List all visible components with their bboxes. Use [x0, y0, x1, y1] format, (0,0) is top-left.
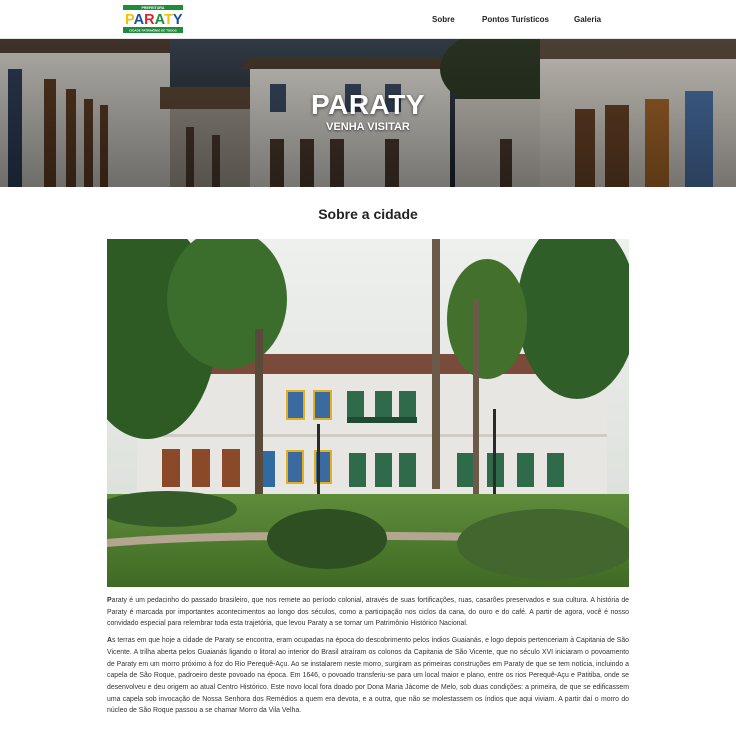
section-title: Sobre a cidade: [318, 206, 418, 222]
nav-link-sobre[interactable]: Sobre: [432, 15, 455, 24]
about-content: Paraty é um pedacinho do passado brasile…: [107, 595, 629, 722]
about-paragraph-1: Paraty é um pedacinho do passado brasile…: [107, 595, 629, 630]
navbar: PREFEITURA PARATY CIDADE PATRIMÔNIO DE T…: [0, 0, 736, 39]
logo-bottom-text: CIDADE PATRIMÔNIO DE TODOS: [129, 27, 177, 32]
paragraph-text: araty é um pedacinho do passado brasilei…: [107, 597, 629, 628]
city-photo: [107, 239, 629, 587]
paraty-logo[interactable]: PREFEITURA PARATY CIDADE PATRIMÔNIO DE T…: [123, 5, 183, 33]
logo-brand: PARATY: [125, 12, 183, 28]
logo-top-text: PREFEITURA: [142, 6, 165, 10]
paragraph-text: s terras em que hoje a cidade de Paraty …: [107, 637, 629, 715]
nav-link-galeria[interactable]: Galeria: [574, 15, 601, 24]
hero-subtitle: VENHA VISITAR: [326, 121, 410, 133]
hero-title: PARATY: [311, 89, 425, 120]
about-paragraph-2: As terras em que hoje a cidade de Paraty…: [107, 635, 629, 717]
hero-banner: PARATY VENHA VISITAR: [0, 39, 736, 187]
nav-link-pontos-turisticos[interactable]: Pontos Turísticos: [482, 15, 549, 24]
